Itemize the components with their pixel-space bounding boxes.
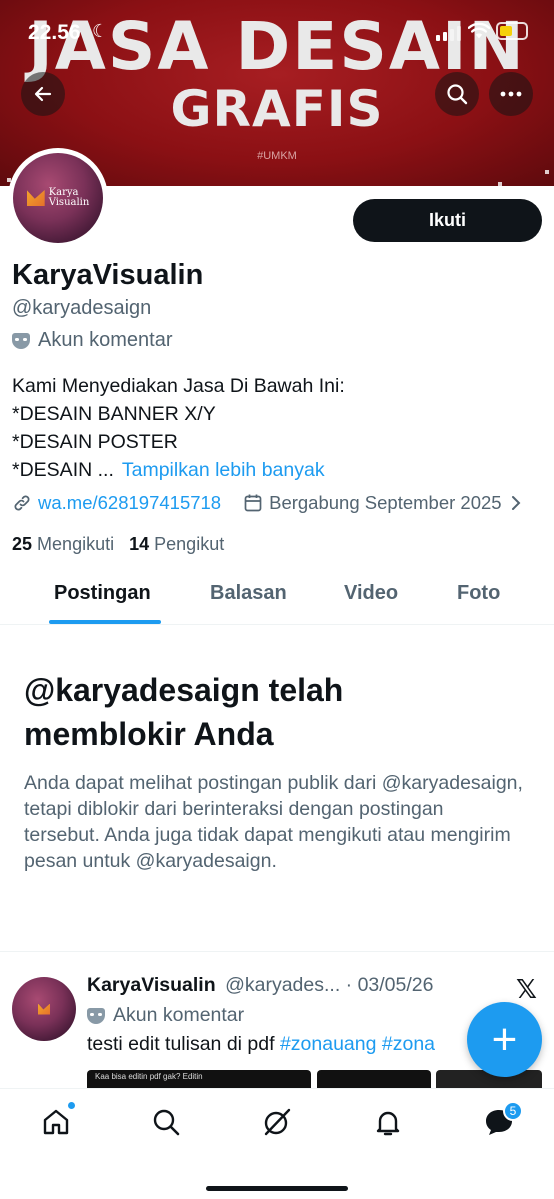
tab-photos[interactable]: Foto [457, 582, 500, 605]
post-text: testi edit tulisan di pdf #zonauang #zon… [87, 1033, 435, 1056]
hashtag-link[interactable]: #zonauang [280, 1033, 377, 1055]
status-bar: 22.56 ☾ [0, 0, 554, 60]
bio-line: *DESAIN BANNER X/Y [12, 403, 216, 425]
post-media[interactable]: Kaa bisa editin pdf gak? Editin [87, 1070, 311, 1090]
profile-meta: wa.me/628197415718 Bergabung September 2… [12, 492, 522, 514]
status-time: 22.56 [28, 21, 81, 44]
grok-icon [264, 1108, 291, 1136]
unread-dot [68, 1102, 75, 1109]
profile-tabs: Postingan Balasan Video Foto [0, 568, 554, 625]
bottom-navigation: 5 [0, 1088, 554, 1199]
post-account-type-text: Akun komentar [113, 1004, 245, 1026]
logo-mark-icon [26, 190, 45, 206]
profile-avatar[interactable]: Karya Visualin [8, 148, 108, 248]
nav-search[interactable] [149, 1105, 183, 1139]
bio-line: *DESAIN ... [12, 459, 114, 481]
profile-bio: Kami Menyediakan Jasa Di Bawah Ini: *DES… [12, 372, 345, 484]
avatar-image [12, 977, 76, 1041]
nav-grok[interactable] [260, 1105, 294, 1139]
calendar-icon [244, 494, 262, 512]
account-type-text: Akun komentar [38, 329, 173, 351]
messages-badge: 5 [503, 1101, 523, 1121]
logo-text-line2: Visualin [48, 197, 90, 208]
profile-handle: @karyadesaign [12, 297, 152, 319]
compose-post-button[interactable]: + [467, 1002, 542, 1077]
followers-label: Pengikut [154, 534, 225, 554]
nav-home[interactable] [39, 1102, 75, 1139]
cellular-signal-icon [436, 26, 461, 41]
focus-moon-icon: ☾ [92, 21, 109, 41]
banner-speck [498, 182, 502, 186]
following-label: Mengikuti [37, 534, 115, 554]
profile-display-name: KaryaVisualin [12, 259, 204, 291]
search-icon [447, 84, 468, 105]
account-type-label: Akun komentar [12, 329, 173, 352]
search-button[interactable] [435, 72, 479, 116]
post-author-name[interactable]: KaryaVisualin [87, 974, 216, 996]
blocked-notice-body: Anda dapat melihat postingan publik dari… [24, 772, 523, 872]
mask-icon [12, 332, 30, 349]
avatar-image: Karya Visualin [13, 153, 103, 243]
arrow-left-icon [34, 86, 52, 102]
following-count: 25 [12, 534, 33, 554]
tab-replies[interactable]: Balasan [210, 582, 287, 605]
mask-icon [87, 1007, 105, 1024]
bio-line: Kami Menyediakan Jasa Di Bawah Ini: [12, 375, 345, 397]
post-header: KaryaVisualin @karyades... · 03/05/26 [87, 974, 433, 997]
bell-icon [376, 1111, 400, 1136]
tab-posts[interactable]: Postingan [54, 582, 151, 605]
nav-notifications[interactable] [371, 1105, 405, 1139]
search-icon [153, 1109, 180, 1136]
following-stat[interactable]: 25 Mengikuti [12, 534, 114, 554]
hashtag-link[interactable]: #zona [382, 1033, 435, 1055]
tab-video[interactable]: Video [344, 582, 398, 605]
blocked-notice-title: @karyadesaign telah memblokir Anda [24, 672, 344, 752]
chevron-right-icon[interactable] [510, 495, 522, 511]
followers-count: 14 [129, 534, 150, 554]
post-body: testi edit tulisan di pdf [87, 1033, 280, 1055]
profile-stats: 25 Mengikuti 14 Pengikut [12, 534, 224, 555]
active-tab-indicator [49, 620, 161, 624]
follow-button[interactable]: Ikuti [353, 199, 542, 242]
wifi-icon [468, 22, 490, 39]
avatar-logo-text: Karya Visualin [49, 188, 90, 208]
profile-website-link[interactable]: wa.me/628197415718 [38, 492, 221, 514]
followers-stat[interactable]: 14 Pengikut [129, 534, 224, 554]
link-icon [14, 495, 30, 511]
home-icon [43, 1109, 69, 1135]
divider [0, 951, 554, 952]
bio-line: *DESAIN POSTER [12, 431, 178, 453]
media-caption: Kaa bisa editin pdf gak? Editin [95, 1072, 203, 1081]
post-handle-date: @karyades... · 03/05/26 [225, 974, 434, 996]
more-dots-icon [500, 91, 522, 97]
nav-messages[interactable]: 5 [482, 1101, 523, 1139]
x-logo-icon: 𝕏 [516, 974, 537, 1004]
more-options-button[interactable] [489, 72, 533, 116]
joined-date: Bergabung September 2025 [269, 492, 502, 513]
home-indicator [206, 1186, 348, 1191]
post-author-avatar[interactable] [12, 977, 76, 1041]
back-button[interactable] [21, 72, 65, 116]
show-more-link[interactable]: Tampilkan lebih banyak [122, 459, 325, 481]
post-account-type: Akun komentar [87, 1004, 244, 1027]
battery-icon [496, 22, 528, 40]
logo-mark-icon [38, 1003, 50, 1015]
banner-speck [545, 170, 549, 174]
post-media[interactable] [317, 1070, 431, 1090]
